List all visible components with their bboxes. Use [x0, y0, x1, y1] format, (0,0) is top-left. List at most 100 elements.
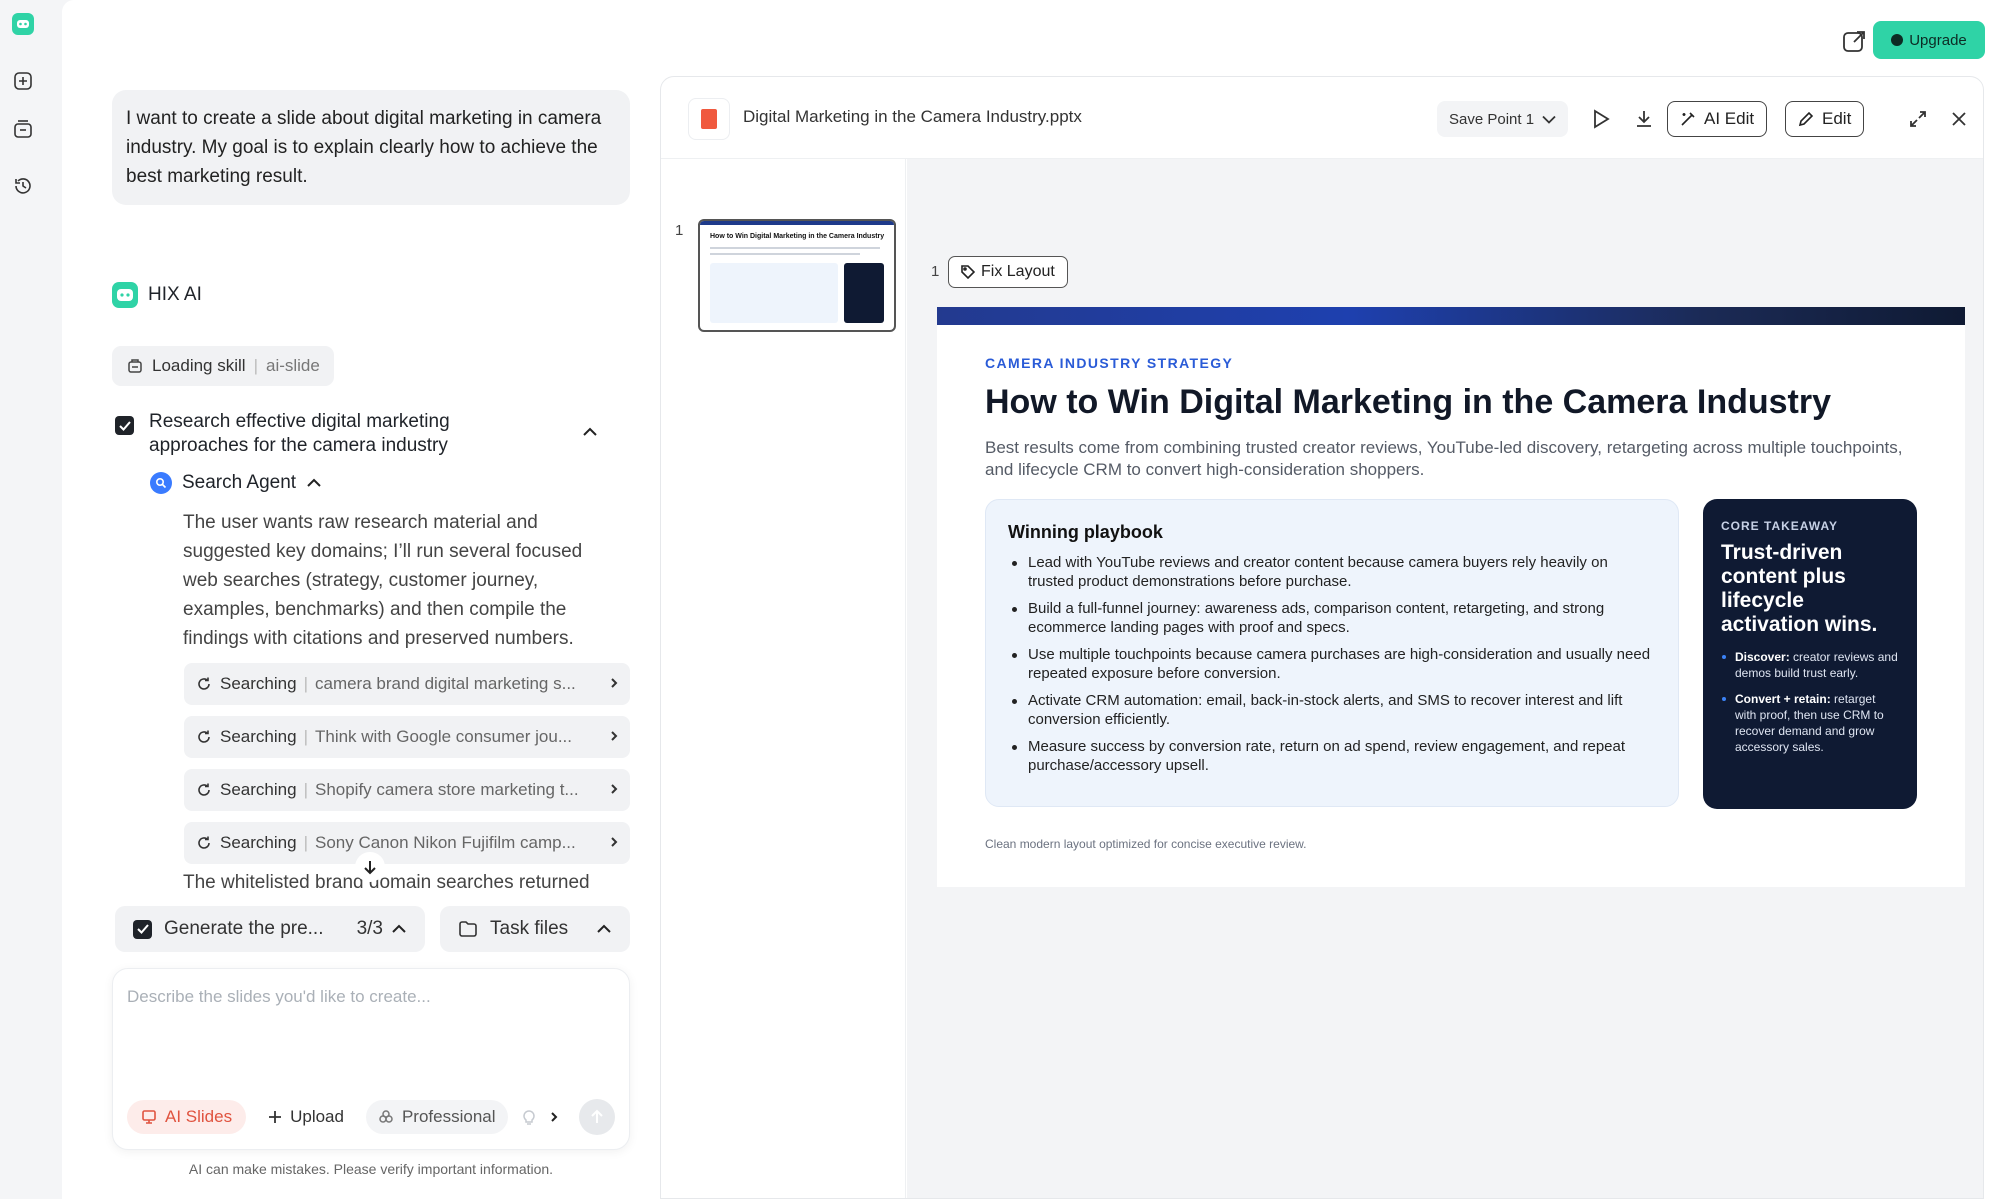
slide-number: 1: [931, 263, 940, 280]
search-row[interactable]: Searching | Shopify camera store marketi…: [184, 769, 630, 811]
takeaway-item-lead: Convert + retain:: [1735, 692, 1831, 706]
progress-count: 3/3: [356, 918, 383, 939]
history-icon[interactable]: [11, 174, 35, 198]
progress-bar[interactable]: Generate the pre... 3/3: [115, 906, 425, 952]
play-icon[interactable]: [1587, 105, 1615, 133]
slide-thumbnail[interactable]: How to Win Digital Marketing in the Came…: [698, 219, 896, 332]
task-checkbox[interactable]: [115, 416, 134, 435]
search-row-separator: |: [303, 674, 308, 693]
chevron-up-icon: [392, 924, 406, 933]
fix-layout-button[interactable]: Fix Layout: [948, 256, 1068, 288]
slide-preview-panel: Digital Marketing in the Camera Industry…: [660, 76, 1984, 1199]
search-row[interactable]: Searching | camera brand digital marketi…: [184, 663, 630, 705]
refresh-icon: [198, 783, 210, 796]
file-name: Digital Marketing in the Camera Industry…: [743, 107, 1082, 126]
arrow-up-icon: [591, 1109, 603, 1123]
check-icon: [118, 420, 131, 431]
slide-eyebrow: CAMERA INDUSTRY STRATEGY: [985, 355, 1234, 371]
lightbulb-icon[interactable]: [522, 1108, 536, 1126]
task-files-bar[interactable]: Task files: [440, 906, 630, 952]
style-icon: [379, 1110, 393, 1123]
pptx-file-icon: [688, 98, 730, 140]
upgrade-icon: [1891, 34, 1904, 46]
search-agent-label: Search Agent: [182, 472, 297, 493]
chevron-right-icon: [610, 833, 618, 853]
upload-label: Upload: [290, 1107, 344, 1126]
expand-icon[interactable]: [1904, 105, 1932, 133]
download-icon[interactable]: [1630, 105, 1658, 133]
search-row[interactable]: Searching | Think with Google consumer j…: [184, 716, 630, 758]
search-row-separator: |: [303, 780, 308, 799]
folder-icon: [459, 921, 477, 937]
playbook-item: Use multiple touchpoints because camera …: [1008, 645, 1656, 683]
fix-layout-label: Fix Layout: [981, 263, 1055, 280]
user-message: I want to create a slide about digital m…: [112, 90, 630, 205]
professional-chip[interactable]: Professional: [365, 1100, 508, 1134]
skill-chip-value: ai-slide: [265, 356, 320, 375]
search-row-separator: |: [303, 833, 308, 852]
prompt-composer[interactable]: Describe the slides you'd like to create…: [112, 968, 630, 1150]
search-agent-header[interactable]: Search Agent: [150, 472, 322, 494]
edit-button[interactable]: Edit: [1785, 101, 1865, 137]
magic-wand-icon: [1681, 112, 1695, 126]
save-point-dropdown[interactable]: Save Point 1: [1437, 101, 1569, 137]
search-row[interactable]: Searching | Sony Canon Nikon Fujifilm ca…: [184, 822, 630, 864]
progress-checkbox: [133, 919, 152, 939]
chevron-right-icon: [610, 674, 618, 694]
arrow-down-icon: [364, 861, 376, 875]
playbook-item: Measure success by conversion rate, retu…: [1008, 737, 1656, 775]
takeaway-item-lead: Discover:: [1735, 650, 1790, 664]
refresh-icon: [198, 836, 210, 849]
thumbnail-miniature: How to Win Digital Marketing in the Came…: [700, 221, 894, 330]
chevron-right-icon[interactable]: [550, 1111, 558, 1123]
thumbnail-number: 1: [675, 222, 684, 239]
app-root: Upgrade I want to create a slide about d…: [0, 0, 1999, 1199]
task-files-label: Task files: [490, 918, 569, 939]
takeaway-list: Discover: creator reviews and demos buil…: [1721, 649, 1899, 755]
pencil-icon: [1798, 111, 1814, 127]
assistant-name: HIX AI: [148, 284, 202, 305]
playbook-card: Winning playbook Lead with YouTube revie…: [985, 499, 1679, 807]
chevron-up-icon[interactable]: [582, 424, 598, 442]
slides-icon: [142, 1110, 156, 1124]
send-button[interactable]: [579, 1099, 615, 1135]
playbook-title: Winning playbook: [1008, 522, 1163, 542]
search-row-label: Searching: [220, 727, 297, 746]
tag-icon: [961, 265, 975, 279]
slide[interactable]: CAMERA INDUSTRY STRATEGY How to Win Digi…: [937, 307, 1965, 887]
search-row-query: Think with Google consumer jou...: [314, 727, 572, 746]
ai-slides-chip[interactable]: AI Slides: [127, 1100, 247, 1134]
disclaimer-text: AI can make mistakes. Please verify impo…: [188, 1161, 554, 1177]
playbook-item: Build a full-funnel journey: awareness a…: [1008, 599, 1656, 637]
skill-icon: [128, 359, 142, 373]
slide-title: How to Win Digital Marketing in the Came…: [985, 383, 1831, 421]
plus-icon: [269, 1111, 282, 1123]
refresh-icon: [198, 677, 210, 690]
slide-footnote: Clean modern layout optimized for concis…: [985, 837, 1307, 851]
share-icon[interactable]: [1839, 26, 1869, 56]
skill-chip[interactable]: Loading skill | ai-slide: [112, 346, 334, 386]
hix-avatar-icon: [112, 282, 138, 308]
agent-thought: The user wants raw research material and…: [183, 512, 583, 649]
takeaway-item: Convert + retain: retarget with proof, t…: [1721, 691, 1899, 755]
upload-button[interactable]: Upload: [260, 1100, 352, 1134]
hix-logo-icon[interactable]: [11, 12, 35, 36]
scroll-down-button[interactable]: [355, 852, 385, 882]
playbook-item: Lead with YouTube reviews and creator co…: [1008, 553, 1656, 591]
chevron-right-icon: [610, 727, 618, 747]
search-row-query: Shopify camera store marketing t...: [314, 780, 579, 799]
upgrade-button[interactable]: Upgrade: [1873, 21, 1985, 59]
skill-chip-label: Loading skill: [152, 356, 246, 375]
new-chat-icon[interactable]: [11, 69, 35, 93]
composer-toolbar: AI Slides Upload Professional: [127, 1099, 615, 1135]
library-icon[interactable]: [11, 117, 35, 141]
prompt-input[interactable]: Describe the slides you'd like to create…: [127, 987, 431, 1007]
playbook-list: Lead with YouTube reviews and creator co…: [1008, 553, 1656, 775]
takeaway-item: Discover: creator reviews and demos buil…: [1721, 649, 1899, 681]
ai-edit-button[interactable]: AI Edit: [1667, 101, 1768, 137]
playbook-item: Activate CRM automation: email, back-in-…: [1008, 691, 1656, 729]
chevron-up-icon[interactable]: [306, 478, 322, 488]
slide-top-bar: [937, 307, 1965, 325]
edit-label: Edit: [1822, 109, 1852, 128]
close-icon[interactable]: [1945, 105, 1973, 133]
